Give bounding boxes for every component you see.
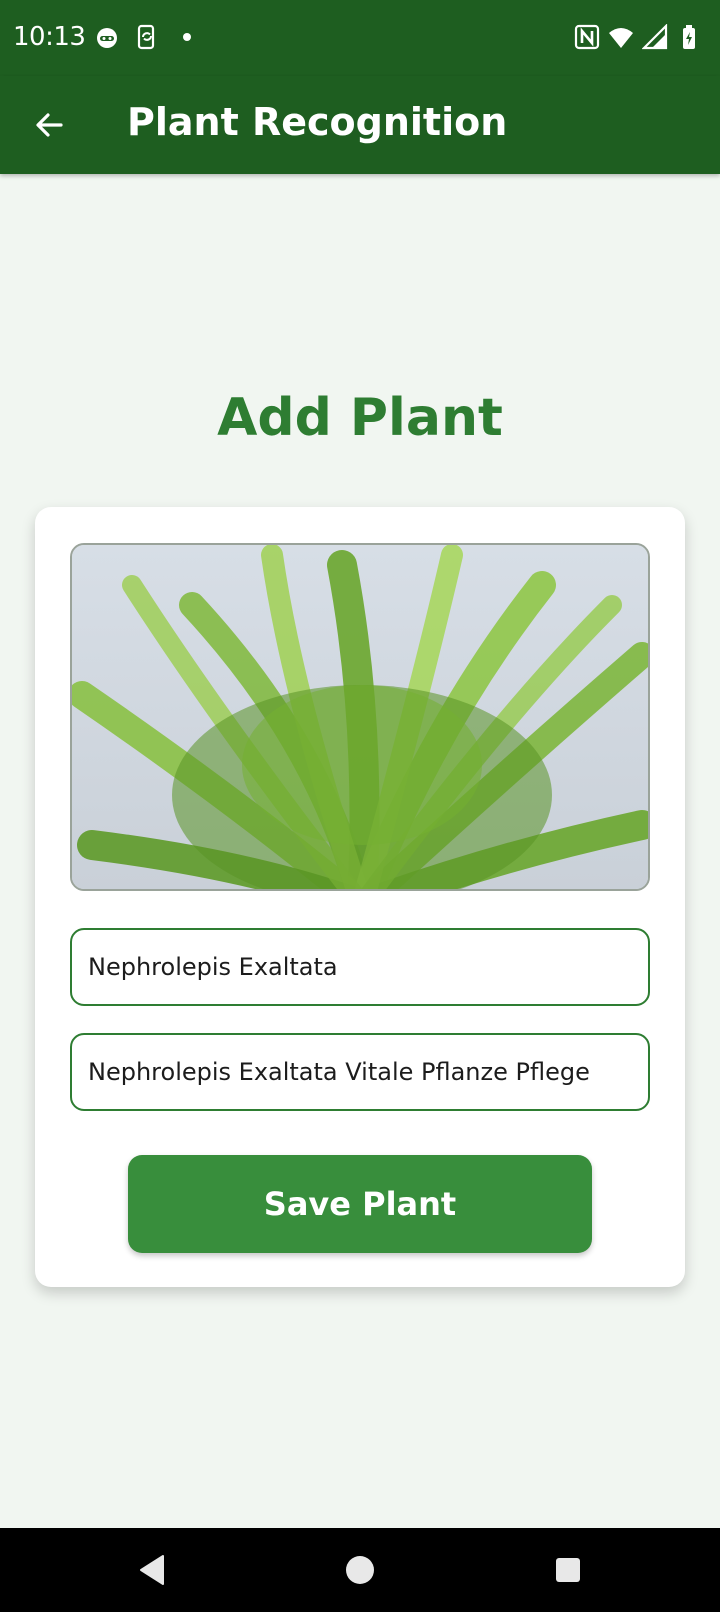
plant-image[interactable]	[70, 543, 650, 891]
status-time: 10:13	[13, 22, 86, 52]
nav-recents-button[interactable]	[550, 1552, 586, 1588]
nav-back-button[interactable]	[134, 1552, 170, 1588]
recents-square-icon	[556, 1558, 580, 1582]
plant-name-input[interactable]: Nephrolepis Exaltata	[70, 928, 650, 1006]
back-button[interactable]	[22, 98, 76, 152]
status-right-icons	[574, 24, 702, 50]
cat-face-icon	[97, 28, 117, 48]
phone-sync-icon	[137, 24, 155, 50]
dot-icon	[183, 33, 191, 41]
signal-icon	[642, 24, 668, 50]
nav-home-button[interactable]	[342, 1552, 378, 1588]
wifi-icon	[609, 28, 633, 48]
system-nav-bar	[0, 1528, 720, 1612]
plant-description-input[interactable]: Nephrolepis Exaltata Vitale Pflanze Pfle…	[70, 1033, 650, 1111]
app-bar: Plant Recognition	[0, 76, 720, 174]
save-plant-button[interactable]: Save Plant	[128, 1155, 592, 1253]
nfc-icon	[574, 24, 600, 50]
add-plant-card: Nephrolepis Exaltata Nephrolepis Exaltat…	[35, 507, 685, 1287]
arrow-left-icon	[36, 113, 63, 137]
home-circle-icon	[346, 1556, 374, 1584]
page-heading: Add Plant	[217, 388, 503, 448]
back-triangle-icon	[140, 1555, 164, 1585]
app-title: Plant Recognition	[127, 100, 508, 144]
status-bar: 10:13	[0, 0, 720, 76]
status-left-icons	[94, 24, 200, 50]
battery-icon	[683, 25, 695, 49]
fern-plant-photo	[72, 545, 648, 889]
